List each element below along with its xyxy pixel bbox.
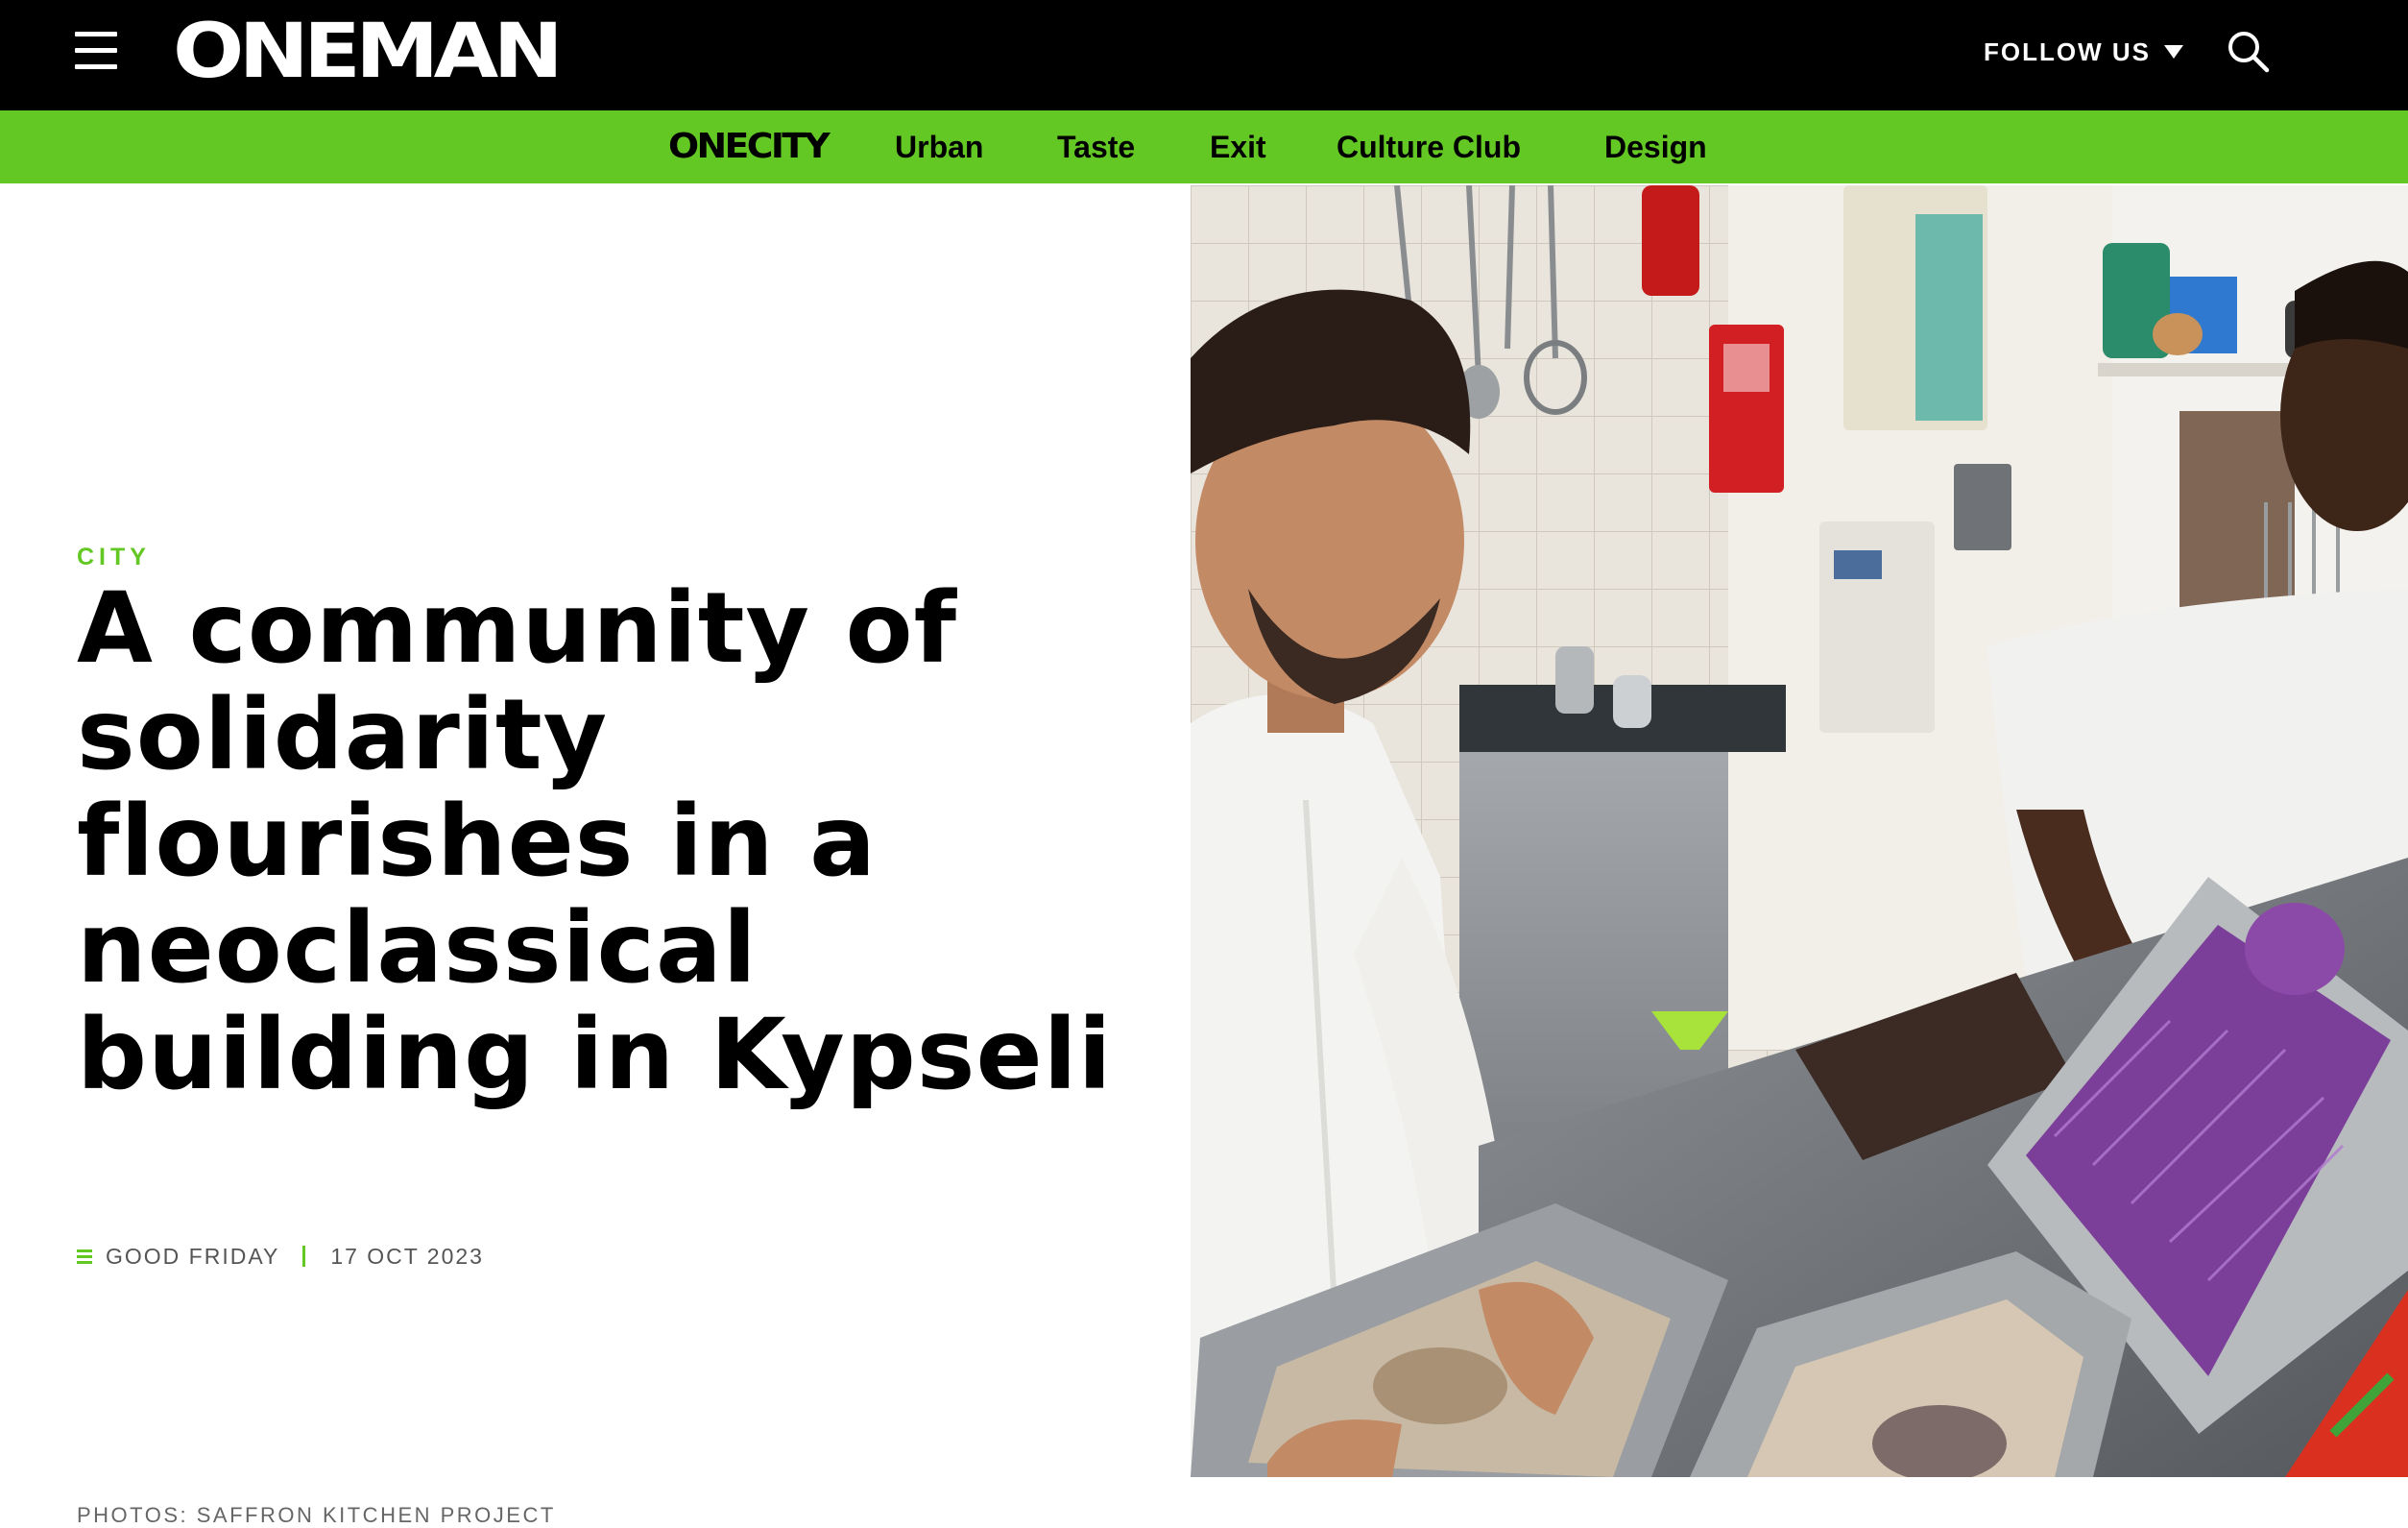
site-logo[interactable]: ONEMAN <box>173 13 564 90</box>
follow-us-dropdown[interactable]: FOLLOW US <box>1984 35 2183 69</box>
top-header: ONEMAN FOLLOW US <box>0 0 2408 110</box>
nav-link-taste[interactable]: Taste <box>1057 129 1135 165</box>
section-nav: ONECITY Urban Taste Exit Culture Club De… <box>0 110 2408 183</box>
photo-credit: PHOTOS: SAFFRON KITCHEN PROJECT <box>77 1503 556 1527</box>
article-author[interactable]: GOOD FRIDAY <box>106 1244 279 1270</box>
article-category[interactable]: CITY <box>77 544 151 571</box>
article-header: CITY A community of solidarity flourishe… <box>0 183 1191 1527</box>
kitchen-photo-illustration <box>1191 185 2408 1477</box>
author-lines-icon <box>77 1249 92 1264</box>
nav-link-design[interactable]: Design <box>1604 129 1707 165</box>
search-icon[interactable] <box>2226 29 2270 73</box>
nav-link-urban[interactable]: Urban <box>895 129 983 165</box>
article-date: 17 OCT 2023 <box>330 1243 484 1269</box>
onecity-logo[interactable]: ONECITY <box>668 127 831 167</box>
follow-us-label: FOLLOW US <box>1984 36 2151 66</box>
article-title: A community of solidarity flourishes in … <box>77 571 1113 1112</box>
nav-link-culture-club[interactable]: Culture Club <box>1336 129 1521 165</box>
article-meta: GOOD FRIDAY 17 OCT 2023 <box>77 1242 484 1271</box>
nav-link-exit[interactable]: Exit <box>1210 129 1266 165</box>
caret-down-icon <box>2163 45 2183 59</box>
hamburger-menu-icon[interactable] <box>75 32 117 70</box>
meta-divider <box>302 1246 306 1267</box>
hero-photo <box>1191 185 2408 1477</box>
